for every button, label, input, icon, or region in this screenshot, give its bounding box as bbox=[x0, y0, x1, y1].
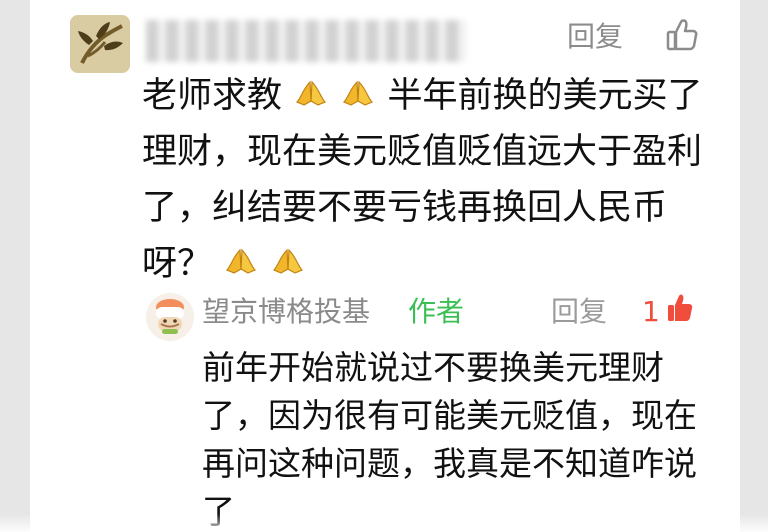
reply-button[interactable]: 回复 bbox=[567, 20, 623, 54]
left-edge bbox=[0, 0, 30, 532]
pray-hands-icon bbox=[226, 248, 257, 274]
chef-avatar-icon bbox=[146, 293, 194, 341]
avatar[interactable] bbox=[70, 15, 130, 73]
pray-hands-icon bbox=[273, 248, 304, 274]
comment-text-before: 老师求教 bbox=[142, 76, 283, 116]
bamboo-avatar-icon bbox=[70, 15, 130, 73]
comment-body: 老师求教 半年前换的美元买了理财，现在美元贬值贬值远大于盈利了，纠结要不要亏钱再… bbox=[142, 68, 708, 292]
thumbs-up-icon[interactable] bbox=[664, 17, 702, 55]
reply-body: 前年开始就说过不要换美元理财了，因为很有可能美元贬值，现在再问这种问题，我真是不… bbox=[202, 348, 697, 531]
pray-hands-icon bbox=[296, 80, 327, 106]
reply-author-name[interactable]: 望京博格投基 bbox=[202, 295, 370, 329]
bottom-fade bbox=[0, 514, 768, 532]
screenshot-frame: 回复 老师求教 半年前换的美元买了理财，现在美元贬值贬值远大于盈利了，纠结要不要… bbox=[0, 0, 768, 532]
username-redacted bbox=[146, 20, 466, 62]
comment-card: 回复 老师求教 半年前换的美元买了理财，现在美元贬值贬值远大于盈利了，纠结要不要… bbox=[30, 0, 740, 532]
like-count: 1 bbox=[642, 295, 660, 328]
author-tag: 作者 bbox=[408, 295, 465, 328]
reply-avatar[interactable] bbox=[146, 293, 194, 341]
reply-button[interactable]: 回复 bbox=[551, 295, 607, 329]
right-edge bbox=[740, 0, 768, 532]
pray-hands-icon bbox=[343, 80, 374, 106]
thumbs-up-filled-icon[interactable] bbox=[664, 292, 698, 326]
